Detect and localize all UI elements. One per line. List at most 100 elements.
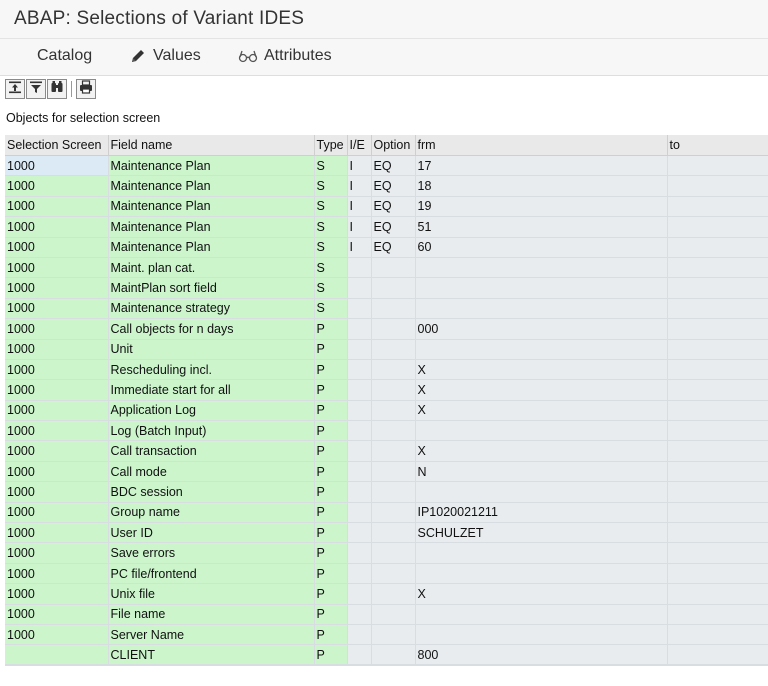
ie-cell[interactable]: I (347, 237, 372, 258)
to-cell[interactable] (667, 339, 768, 360)
table-row[interactable]: 1000 Application Log P X (5, 400, 768, 422)
selection-screen-cell[interactable]: 1000 (5, 461, 109, 483)
type-cell[interactable]: S (314, 237, 348, 258)
type-cell[interactable]: S (314, 298, 348, 320)
selection-screen-cell[interactable]: 1000 (5, 604, 109, 625)
header-type[interactable]: Type (314, 135, 348, 156)
to-cell[interactable] (667, 461, 768, 483)
field-name-cell[interactable]: Server Name (108, 624, 315, 646)
selection-screen-cell[interactable]: 1000 (5, 216, 109, 238)
type-cell[interactable]: P (314, 604, 348, 625)
table-row[interactable]: 1000 Unit P (5, 339, 768, 360)
to-cell[interactable] (667, 400, 768, 422)
field-name-cell[interactable]: Unix file (108, 583, 315, 605)
field-name-cell[interactable]: File name (108, 604, 315, 625)
type-cell[interactable]: P (314, 644, 348, 666)
ie-cell[interactable] (347, 542, 372, 564)
selection-screen-cell[interactable]: 1000 (5, 624, 109, 646)
table-row[interactable]: 1000 Immediate start for all P X (5, 379, 768, 401)
type-cell[interactable]: S (314, 155, 348, 177)
table-row[interactable]: 1000 Maintenance Plan S I EQ 17 (5, 155, 768, 177)
to-cell[interactable] (667, 420, 768, 442)
to-cell[interactable] (667, 257, 768, 279)
selection-screen-cell[interactable]: 1000 (5, 237, 109, 258)
option-cell[interactable] (371, 440, 416, 462)
option-cell[interactable] (371, 318, 416, 340)
from-cell[interactable] (415, 624, 668, 646)
ie-cell[interactable] (347, 624, 372, 646)
from-cell[interactable]: 18 (415, 175, 668, 197)
selection-screen-cell[interactable]: 1000 (5, 481, 109, 503)
type-cell[interactable]: S (314, 277, 348, 299)
header-to[interactable]: to (667, 135, 768, 156)
to-cell[interactable] (667, 379, 768, 401)
from-cell[interactable] (415, 298, 668, 320)
selection-screen-cell[interactable]: 1000 (5, 542, 109, 564)
ie-cell[interactable] (347, 298, 372, 320)
ie-cell[interactable]: I (347, 216, 372, 238)
selection-screen-cell[interactable]: 1000 (5, 318, 109, 340)
selection-screen-cell[interactable]: 1000 (5, 175, 109, 197)
to-cell[interactable] (667, 522, 768, 544)
selection-screen-cell[interactable]: 1000 (5, 522, 109, 544)
table-row[interactable]: 1000 Maintenance Plan S I EQ 60 (5, 237, 768, 258)
field-name-cell[interactable]: Rescheduling incl. (108, 359, 315, 381)
field-name-cell[interactable]: Save errors (108, 542, 315, 564)
ie-cell[interactable] (347, 400, 372, 422)
from-cell[interactable]: X (415, 400, 668, 422)
table-row[interactable]: 1000 Maintenance Plan S I EQ 19 (5, 196, 768, 218)
from-cell[interactable]: IP1020021211 (415, 502, 668, 524)
ie-cell[interactable]: I (347, 175, 372, 197)
option-cell[interactable] (371, 542, 416, 564)
from-cell[interactable]: SCHULZET (415, 522, 668, 544)
option-cell[interactable] (371, 277, 416, 299)
from-cell[interactable]: 19 (415, 196, 668, 218)
to-cell[interactable] (667, 359, 768, 381)
field-name-cell[interactable]: Application Log (108, 400, 315, 422)
selection-screen-cell[interactable]: 1000 (5, 196, 109, 218)
from-cell[interactable]: 800 (415, 644, 668, 666)
selection-screen-cell[interactable]: 1000 (5, 420, 109, 442)
type-cell[interactable]: P (314, 583, 348, 605)
selection-screen-cell[interactable]: 1000 (5, 257, 109, 279)
field-name-cell[interactable]: Maint. plan cat. (108, 257, 315, 279)
field-name-cell[interactable]: Maintenance Plan (108, 196, 315, 218)
table-row[interactable]: 1000 Maint. plan cat. S (5, 257, 768, 279)
selection-screen-cell[interactable]: 1000 (5, 563, 109, 585)
selection-screen-cell[interactable]: 1000 (5, 339, 109, 360)
selection-screen-cell[interactable]: 1000 (5, 379, 109, 401)
table-row[interactable]: 1000 PC file/frontend P (5, 563, 768, 585)
option-cell[interactable]: EQ (371, 237, 416, 258)
print-button[interactable] (76, 79, 96, 99)
selection-screen-cell[interactable]: 1000 (5, 298, 109, 320)
selection-screen-cell[interactable]: 1000 (5, 583, 109, 605)
to-cell[interactable] (667, 481, 768, 503)
type-cell[interactable]: P (314, 461, 348, 483)
ie-cell[interactable] (347, 583, 372, 605)
field-name-cell[interactable]: CLIENT (108, 644, 315, 666)
ie-cell[interactable] (347, 277, 372, 299)
table-row[interactable]: 1000 Rescheduling incl. P X (5, 359, 768, 381)
from-cell[interactable] (415, 563, 668, 585)
option-cell[interactable] (371, 624, 416, 646)
option-cell[interactable]: EQ (371, 155, 416, 177)
option-cell[interactable]: EQ (371, 196, 416, 218)
to-cell[interactable] (667, 604, 768, 625)
ie-cell[interactable] (347, 318, 372, 340)
option-cell[interactable] (371, 502, 416, 524)
table-row[interactable]: 1000 MaintPlan sort field S (5, 277, 768, 299)
header-field-name[interactable]: Field name (108, 135, 315, 156)
type-cell[interactable]: P (314, 359, 348, 381)
selection-screen-cell[interactable]: 1000 (5, 277, 109, 299)
type-cell[interactable]: P (314, 502, 348, 524)
table-row[interactable]: 1000 Call mode P N (5, 461, 768, 483)
selection-screen-cell[interactable]: 1000 (5, 502, 109, 524)
type-cell[interactable]: P (314, 563, 348, 585)
type-cell[interactable]: P (314, 379, 348, 401)
from-cell[interactable]: N (415, 461, 668, 483)
option-cell[interactable] (371, 359, 416, 381)
type-cell[interactable]: P (314, 400, 348, 422)
ie-cell[interactable]: I (347, 196, 372, 218)
from-cell[interactable]: X (415, 359, 668, 381)
to-cell[interactable] (667, 440, 768, 462)
